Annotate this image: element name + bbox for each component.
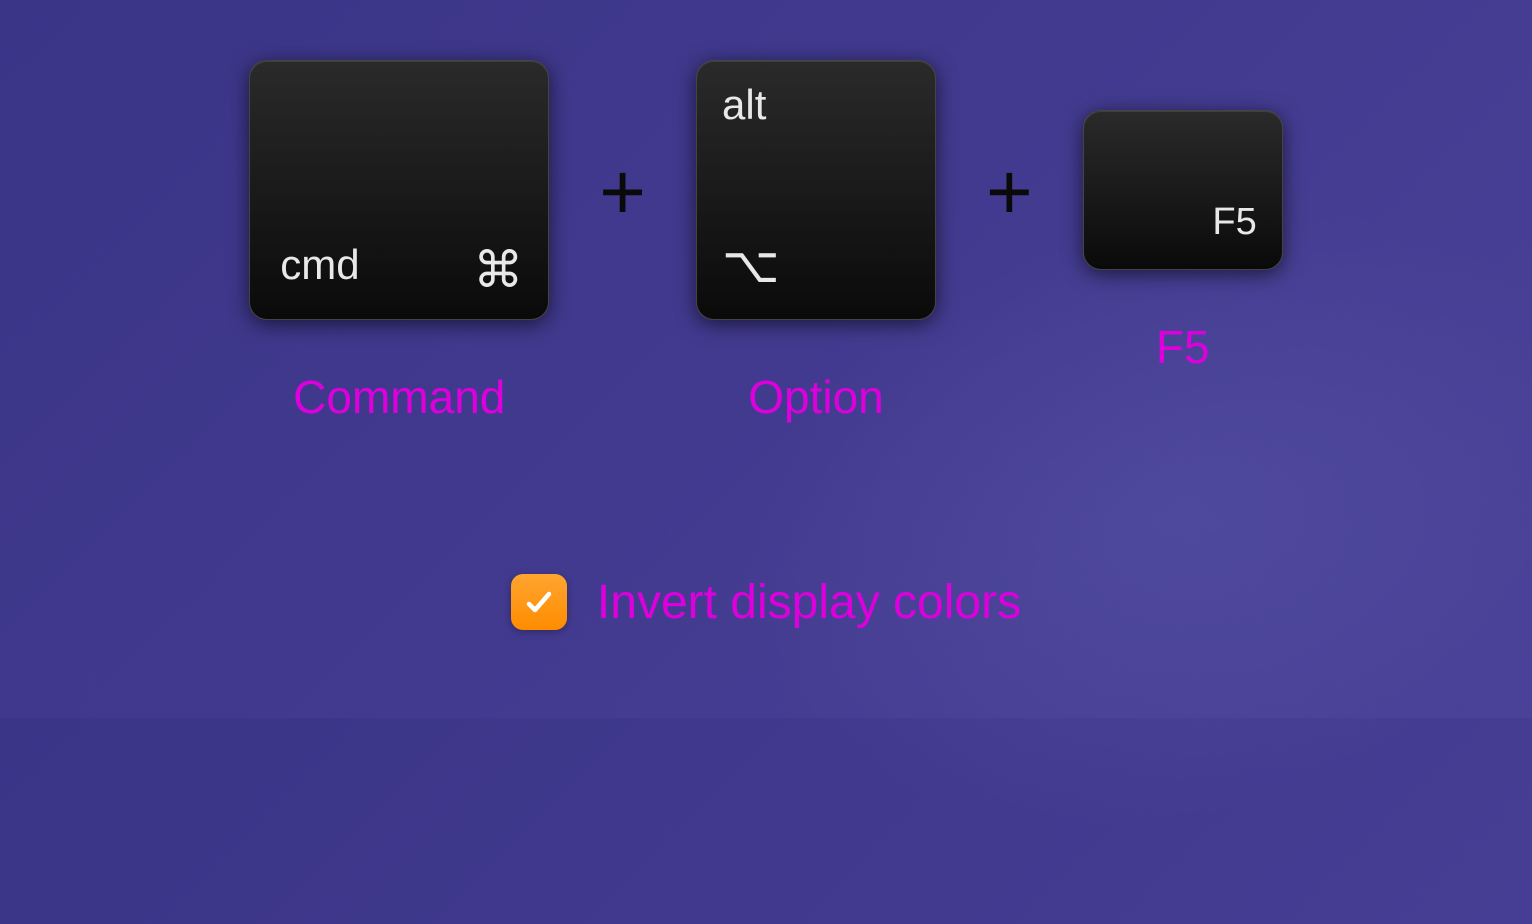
option-key-text: alt xyxy=(722,81,766,129)
f5-key: F5 xyxy=(1083,110,1283,270)
invert-colors-label: Invert display colors xyxy=(597,575,1021,630)
command-symbol-icon: ⌘ xyxy=(473,241,523,299)
option-symbol-icon: ⌥ xyxy=(722,236,780,294)
checkmark-icon xyxy=(521,584,557,620)
f5-key-group: F5 F5 xyxy=(1083,110,1283,374)
invert-colors-checkbox[interactable] xyxy=(511,574,567,630)
option-checkbox-row: Invert display colors xyxy=(0,574,1532,630)
option-key-group: alt ⌥ Option xyxy=(696,60,936,424)
option-label: Option xyxy=(748,370,884,424)
command-key: cmd ⌘ xyxy=(249,60,549,320)
command-label: Command xyxy=(293,370,505,424)
keyboard-shortcut-row: cmd ⌘ Command + alt ⌥ Option + F5 F5 xyxy=(0,0,1532,424)
command-key-text: cmd xyxy=(280,241,359,289)
plus-separator-2: + xyxy=(986,146,1033,238)
option-key: alt ⌥ xyxy=(696,60,936,320)
f5-label: F5 xyxy=(1156,320,1210,374)
plus-separator-1: + xyxy=(599,146,646,238)
command-key-group: cmd ⌘ Command xyxy=(249,60,549,424)
f5-key-text: F5 xyxy=(1212,201,1256,244)
